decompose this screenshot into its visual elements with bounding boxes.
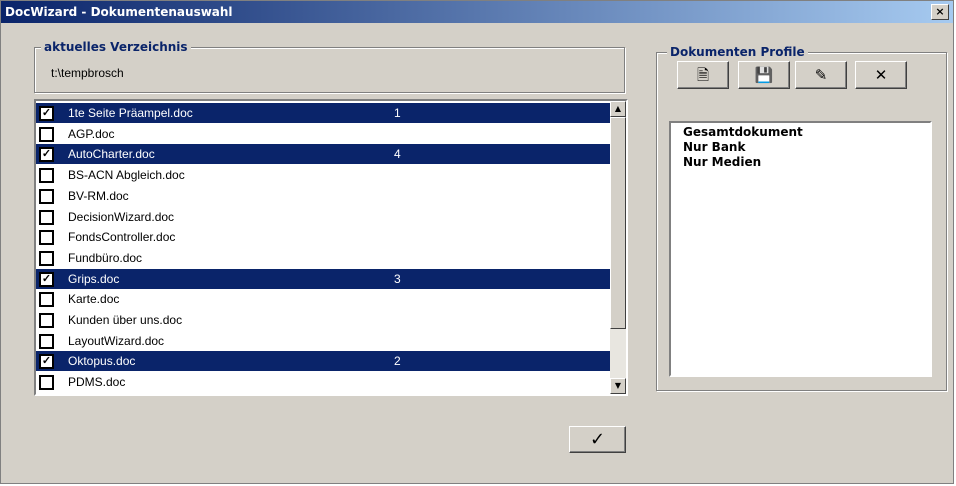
document-checkbox[interactable]	[39, 188, 54, 204]
checkmark-icon: ✓	[589, 429, 606, 450]
document-order: 3	[394, 271, 401, 286]
document-row[interactable]: Kunden über uns.doc	[36, 310, 610, 330]
document-name: BV-RM.doc	[68, 188, 129, 203]
document-checkbox[interactable]	[39, 375, 54, 391]
dialog-window: DocWizard - Dokumentenauswahl × aktuelle…	[0, 0, 954, 484]
profile-items: Gesamtdokument Nur Bank Nur Medien	[671, 123, 930, 170]
directory-group: aktuelles Verzeichnis t:\tempbrosch	[34, 40, 625, 93]
document-checkbox[interactable]: ✓	[39, 354, 54, 370]
document-name: Fundbüro.doc	[68, 250, 143, 265]
document-row[interactable]: FondsController.doc	[36, 227, 610, 247]
document-checkbox[interactable]	[39, 168, 54, 184]
document-checkbox[interactable]	[39, 209, 54, 225]
document-order: 2	[394, 354, 401, 369]
document-row[interactable]: Fundbüro.doc	[36, 248, 610, 268]
document-name: Grips.doc	[68, 271, 120, 286]
document-name: LayoutWizard.doc	[68, 333, 165, 348]
title-bar[interactable]: DocWizard - Dokumentenauswahl ×	[1, 1, 953, 23]
document-name: BS-ACN Abgleich.doc	[68, 168, 185, 183]
scroll-up-button[interactable]: ▲	[610, 101, 626, 117]
document-row[interactable]: Karte.doc	[36, 289, 610, 309]
document-order: 4	[394, 147, 401, 162]
document-name: AutoCharter.doc	[68, 147, 155, 162]
document-name: 1te Seite Präampel.doc	[68, 106, 193, 120]
document-checkbox[interactable]	[39, 313, 54, 328]
document-name: DecisionWizard.doc	[68, 209, 175, 224]
document-row[interactable]: BS-ACN Abgleich.doc	[36, 165, 610, 185]
save-profile-button[interactable]: 💾	[738, 61, 790, 89]
document-checkbox[interactable]	[39, 230, 54, 246]
vertical-scrollbar[interactable]: ▲ ▼	[610, 101, 626, 394]
document-name: AGP.doc	[68, 126, 115, 141]
document-checkbox[interactable]	[39, 333, 54, 349]
document-checkbox[interactable]: ✓	[39, 147, 54, 163]
document-row[interactable]: LayoutWizard.doc	[36, 331, 610, 351]
document-row[interactable]: PDMS.doc	[36, 372, 610, 392]
document-row[interactable]: ✓ 1te Seite Präampel.doc 1	[36, 103, 610, 123]
edit-pencil-icon: ✎	[814, 66, 828, 84]
document-name: Karte.doc	[68, 292, 120, 307]
document-row[interactable]: ✓ AutoCharter.doc 4	[36, 144, 610, 165]
document-order: 1	[394, 106, 401, 120]
edit-profile-button[interactable]: ✎	[795, 61, 847, 89]
save-icon: 💾	[754, 66, 774, 84]
profile-list[interactable]: Gesamtdokument Nur Bank Nur Medien	[669, 121, 932, 377]
profile-item[interactable]: Gesamtdokument	[671, 125, 930, 140]
document-row[interactable]: ✓ Grips.doc 3	[36, 268, 610, 289]
document-checkbox[interactable]	[39, 126, 54, 142]
document-checkbox[interactable]	[39, 250, 54, 266]
directory-path: t:\tempbrosch	[51, 66, 124, 80]
window-title: DocWizard - Dokumentenauswahl	[5, 5, 233, 19]
document-name: PDMS.doc	[68, 375, 126, 390]
document-checkbox[interactable]: ✓	[39, 271, 54, 287]
delete-icon: ✕	[874, 66, 888, 84]
scroll-down-button[interactable]: ▼	[610, 378, 626, 394]
document-name: FondsController.doc	[68, 230, 176, 245]
new-document-icon: 🗎	[696, 66, 710, 84]
document-row[interactable]: AGP.doc	[36, 124, 610, 144]
delete-profile-button[interactable]: ✕	[855, 61, 907, 89]
profile-item[interactable]: Nur Bank	[671, 140, 930, 155]
profile-item[interactable]: Nur Medien	[671, 155, 930, 170]
scroll-thumb[interactable]	[610, 117, 626, 329]
document-checkbox[interactable]	[39, 292, 54, 308]
close-button[interactable]: ×	[931, 4, 949, 20]
document-name: Oktopus.doc	[68, 354, 136, 369]
directory-legend: aktuelles Verzeichnis	[41, 40, 191, 54]
profiles-legend: Dokumenten Profile	[667, 45, 808, 59]
document-row[interactable]: DecisionWizard.doc	[36, 207, 610, 227]
ok-button[interactable]: ✓	[569, 426, 626, 453]
document-checkbox[interactable]: ✓	[39, 106, 54, 121]
new-profile-button[interactable]: 🗎	[677, 61, 729, 89]
document-row[interactable]: BV-RM.doc	[36, 186, 610, 206]
document-list[interactable]: ✓ 1te Seite Präampel.doc 1 AGP.doc ✓ AutoChar…	[34, 99, 628, 396]
document-name: Kunden über uns.doc	[68, 313, 183, 327]
document-row[interactable]: ✓ Oktopus.doc 2	[36, 351, 610, 372]
